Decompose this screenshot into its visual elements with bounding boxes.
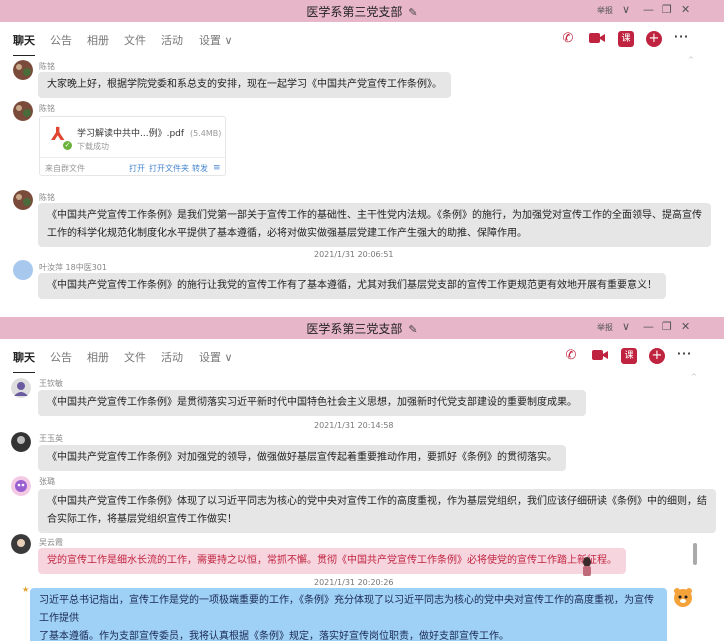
avatar[interactable] bbox=[13, 260, 33, 280]
sender-name: 吴云霞 bbox=[39, 538, 63, 547]
message-line: 《中国共产党宣传工作条例》体现了以习近平同志为核心的党中央对宣传工作的高度重视，… bbox=[47, 496, 707, 507]
video-icon[interactable] bbox=[592, 348, 608, 364]
sender-name: 陈铭 bbox=[39, 62, 55, 71]
window-title: 医学系第三党支部 ✎ bbox=[0, 320, 724, 337]
file-source: 来自群文件 bbox=[45, 164, 85, 173]
menu-icon[interactable]: ≡ bbox=[213, 163, 221, 173]
avatar[interactable] bbox=[11, 432, 31, 452]
phone-icon[interactable]: ✆ bbox=[560, 31, 576, 47]
message-list: ^ 陈铭 大家晚上好，根据学院党委和系总支的安排，现在一起学习《中国共产党宣传工… bbox=[0, 56, 724, 306]
more-icon[interactable]: ··· bbox=[673, 29, 689, 47]
report-button[interactable]: 举报 bbox=[597, 5, 613, 16]
file-size: (5.4MB) bbox=[190, 129, 222, 138]
avatar[interactable] bbox=[11, 476, 31, 496]
tab-album[interactable]: 相册 bbox=[87, 349, 109, 365]
timestamp: 2021/1/31 20:06:51 bbox=[314, 250, 394, 259]
chat-window-2: 医学系第三党支部 ✎ 举报 ∨ — ❐ ✕ 聊天 公告 相册 文件 活动 设置 ∨… bbox=[0, 317, 724, 641]
tab-bar: 聊天 公告 相册 文件 活动 设置 ∨ ✆ 课 + ··· bbox=[0, 22, 724, 57]
file-name-text: 学习解读中共中...例》.pdf bbox=[77, 129, 185, 139]
timestamp: 2021/1/31 20:20:26 bbox=[314, 578, 394, 587]
avatar[interactable] bbox=[11, 378, 31, 398]
sender-name: 王钦敏 bbox=[39, 379, 63, 388]
sticker-icon bbox=[581, 556, 593, 576]
message-bubble: 《中国共产党宣传工作条例》对加强党的领导，做强做好基层宣传起着重要推动作用，要抓… bbox=[38, 445, 566, 471]
edit-title-icon[interactable]: ✎ bbox=[408, 6, 417, 19]
scrollbar[interactable] bbox=[693, 543, 697, 565]
message-bubble: 习近平总书记指出，宣传工作是党的一项极端重要的工作，《条例》充分体现了以习近平同… bbox=[30, 588, 667, 641]
close-icon[interactable]: ✕ bbox=[681, 320, 690, 333]
open-folder-link[interactable]: 打开文件夹 bbox=[149, 163, 189, 174]
message-bubble: 大家晚上好，根据学院党委和系总支的安排，现在一起学习《中国共产党宣传工作条例》。 bbox=[38, 72, 451, 98]
course-icon[interactable]: 课 bbox=[618, 31, 634, 47]
message-line: 习近平总书记指出，宣传工作是党的一项极端重要的工作，《条例》充分体现了以习近平同… bbox=[39, 595, 654, 624]
message-bubble: 党的宣传工作是细水长流的工作，需要持之以恒，常抓不懈。贯彻《中国共产党宣传工作条… bbox=[38, 548, 626, 574]
sender-name: 陈铭 bbox=[39, 104, 55, 113]
tiger-avatar[interactable] bbox=[672, 586, 694, 608]
scroll-up-icon[interactable]: ^ bbox=[688, 56, 694, 64]
sender-name: 叶汝萍 18中医301 bbox=[39, 263, 107, 272]
tab-settings[interactable]: 设置 ∨ bbox=[199, 32, 233, 48]
tab-activity[interactable]: 活动 bbox=[161, 349, 183, 365]
divider bbox=[40, 157, 225, 158]
tab-bar: 聊天 公告 相册 文件 活动 设置 ∨ ✆ 课 + ··· bbox=[0, 339, 724, 374]
message-line: 了基本遵循。作为支部宣传委员，我将认真根据《条例》规定，落实好宣传岗位职责，做好… bbox=[39, 631, 509, 641]
tab-files[interactable]: 文件 bbox=[124, 32, 146, 48]
avatar[interactable] bbox=[13, 190, 33, 210]
title-bar: 医学系第三党支部 ✎ 举报 ∨ — ❐ ✕ bbox=[0, 0, 724, 22]
close-icon[interactable]: ✕ bbox=[681, 3, 690, 16]
title-bar: 医学系第三党支部 ✎ 举报 ∨ — ❐ ✕ bbox=[0, 317, 724, 339]
tab-files[interactable]: 文件 bbox=[124, 349, 146, 365]
tab-album[interactable]: 相册 bbox=[87, 32, 109, 48]
message-bubble: 《中国共产党宣传工作条例》是我们党第一部关于宣传工作的基础性、主干性党内法规。《… bbox=[38, 203, 711, 247]
phone-icon[interactable]: ✆ bbox=[563, 348, 579, 364]
tab-announcement[interactable]: 公告 bbox=[50, 349, 72, 365]
sender-name: 张璐 bbox=[39, 477, 55, 486]
avatar[interactable] bbox=[13, 60, 33, 80]
more-icon[interactable]: ··· bbox=[676, 346, 692, 364]
tab-chat[interactable]: 聊天 bbox=[13, 32, 35, 57]
title-text: 医学系第三党支部 bbox=[306, 5, 403, 19]
sender-name: 王玉英 bbox=[39, 434, 63, 443]
avatar[interactable] bbox=[11, 534, 31, 554]
download-status: 下载成功 bbox=[77, 142, 109, 151]
add-icon[interactable]: + bbox=[649, 348, 665, 364]
message-bubble: 《中国共产党宣传工作条例》体现了以习近平同志为核心的党中央对宣传工作的高度重视，… bbox=[38, 489, 716, 533]
tab-chat[interactable]: 聊天 bbox=[13, 349, 35, 374]
avatar[interactable] bbox=[13, 101, 33, 121]
file-card[interactable]: ⅄ ✓ 学习解读中共中...例》.pdf (5.4MB) 下载成功 来自群文件 打… bbox=[39, 116, 226, 176]
message-bubble: 《中国共产党宣传工作条例》的施行让我党的宣传工作有了基本遵循，尤其对我们基层党支… bbox=[38, 273, 666, 299]
minimize-icon[interactable]: — bbox=[643, 3, 654, 16]
forward-link[interactable]: 转发 bbox=[192, 163, 208, 174]
tab-settings[interactable]: 设置 ∨ bbox=[199, 349, 233, 365]
timestamp: 2021/1/31 20:14:58 bbox=[314, 421, 394, 430]
chat-window-1: 医学系第三党支部 ✎ 举报 ∨ — ❐ ✕ 聊天 公告 相册 文件 活动 设置 ∨… bbox=[0, 0, 724, 306]
course-icon[interactable]: 课 bbox=[621, 348, 637, 364]
message-line: 合实际工作，将基层党组织宣传工作做实！ bbox=[47, 514, 237, 525]
video-icon[interactable] bbox=[589, 31, 605, 47]
separator bbox=[0, 306, 724, 317]
title-text: 医学系第三党支部 bbox=[306, 322, 403, 336]
scroll-up-icon[interactable]: ^ bbox=[691, 373, 697, 381]
message-line: 工作的科学化规范化制度化水平提供了基本遵循，必将对做实做强基层党建工作产生强大的… bbox=[47, 228, 527, 239]
dropdown-icon[interactable]: ∨ bbox=[622, 320, 630, 333]
dropdown-icon[interactable]: ∨ bbox=[622, 3, 630, 16]
star-icon: ★ bbox=[22, 585, 30, 594]
edit-title-icon[interactable]: ✎ bbox=[408, 323, 417, 336]
sender-name: 陈铭 bbox=[39, 193, 55, 202]
message-line: 《中国共产党宣传工作条例》是我们党第一部关于宣传工作的基础性、主干性党内法规。《… bbox=[47, 210, 702, 221]
restore-icon[interactable]: ❐ bbox=[662, 3, 672, 16]
tab-activity[interactable]: 活动 bbox=[161, 32, 183, 48]
open-link[interactable]: 打开 bbox=[129, 163, 145, 174]
message-bubble: 《中国共产党宣传工作条例》是贯彻落实习近平新时代中国特色社会主义思想，加强新时代… bbox=[38, 390, 586, 416]
restore-icon[interactable]: ❐ bbox=[662, 320, 672, 333]
message-list: ^ 王钦敏 《中国共产党宣传工作条例》是贯彻落实习近平新时代中国特色社会主义思想… bbox=[0, 373, 724, 641]
file-name: 学习解读中共中...例》.pdf (5.4MB) bbox=[77, 126, 221, 139]
report-button[interactable]: 举报 bbox=[597, 322, 613, 333]
tab-announcement[interactable]: 公告 bbox=[50, 32, 72, 48]
window-title: 医学系第三党支部 ✎ bbox=[0, 3, 724, 20]
minimize-icon[interactable]: — bbox=[643, 320, 654, 333]
check-icon: ✓ bbox=[63, 141, 72, 150]
add-icon[interactable]: + bbox=[646, 31, 662, 47]
